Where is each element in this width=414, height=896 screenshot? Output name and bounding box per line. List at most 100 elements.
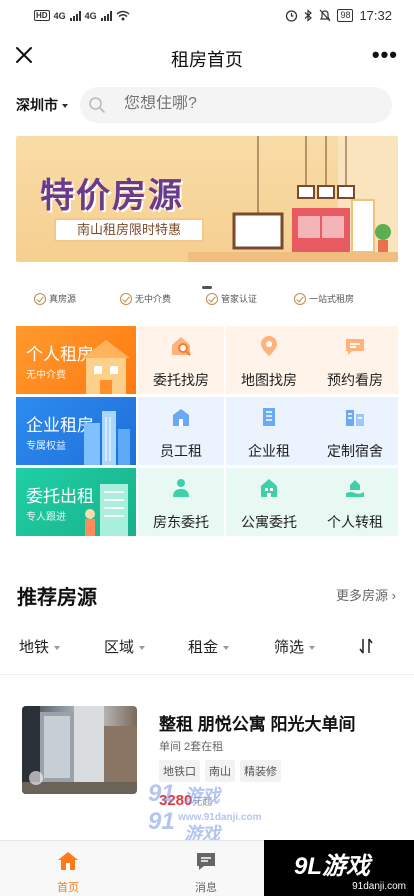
feature-item: 真房源 xyxy=(34,292,76,305)
feature-label: 一站式租房 xyxy=(309,294,355,304)
menu-entrust-find[interactable]: 委托找房 xyxy=(138,326,224,394)
watermark-logo: 9L游戏 xyxy=(294,853,371,880)
more-options-button[interactable]: ••• xyxy=(372,42,398,68)
category-desc: 无中介费 xyxy=(26,370,66,381)
city-selector[interactable]: 深圳市 xyxy=(16,95,68,115)
menu-landlord-entrust[interactable]: 房东委托 xyxy=(138,468,224,536)
hand-house-icon xyxy=(346,480,364,497)
menu-employee-rent[interactable]: 员工租 xyxy=(138,397,224,465)
feature-strip: 真房源 无中介费 管家认证 一站式租房 xyxy=(0,292,414,306)
check-circle-icon xyxy=(206,292,218,305)
watermark-domain: 91danji.com xyxy=(352,881,406,892)
promo-banner[interactable]: 特价房源 南山租房限时特惠 xyxy=(16,136,398,262)
banner-subtitle: 南山租房限时特惠 xyxy=(54,218,204,242)
menu-map-find[interactable]: 地图找房 xyxy=(226,326,312,394)
menu-label: 房东委托 xyxy=(153,514,209,530)
search-box[interactable] xyxy=(80,87,392,123)
map-pin-icon xyxy=(261,336,277,356)
hd-badge: HD xyxy=(34,10,50,21)
category-grid: 个人租房 无中介费 委托找房 地图找房 预约看房 企业租房 专属权益 员工租 企… xyxy=(16,326,398,536)
apartment-icon xyxy=(261,479,277,497)
search-input[interactable] xyxy=(124,95,374,113)
filter-more[interactable]: 筛选 xyxy=(274,636,316,657)
menu-label: 企业租 xyxy=(248,443,290,459)
feature-label: 管家认证 xyxy=(221,294,258,304)
filter-label: 筛选 xyxy=(274,639,305,656)
caret-down-icon xyxy=(309,646,316,651)
feature-item: 管家认证 xyxy=(206,292,257,305)
menu-apartment-entrust[interactable]: 公寓委托 xyxy=(226,468,312,536)
listing-meta: 单间 2套在租 xyxy=(159,741,224,753)
page-title: 租房首页 xyxy=(171,50,243,70)
menu-personal-sublet[interactable]: 个人转租 xyxy=(312,468,398,536)
listing-tag: 南山 xyxy=(205,760,235,782)
menu-enterprise-rent[interactable]: 企业租 xyxy=(226,397,312,465)
status-bar: HD 4G 4G 98 17:32 xyxy=(0,0,414,34)
watermark-number: 91 xyxy=(148,780,175,807)
tab-label: 首页 xyxy=(57,882,79,894)
menu-label: 地图找房 xyxy=(241,372,297,388)
room-photo-illustration xyxy=(22,706,137,794)
listing-tag: 地铁口 xyxy=(159,760,200,782)
corner-watermark: 9L游戏 91danji.com xyxy=(264,840,414,896)
network-label-2: 4G xyxy=(84,10,97,21)
tab-home[interactable]: 首页 xyxy=(28,841,108,896)
banner-title: 特价房源 xyxy=(40,177,184,215)
category-personal-rent[interactable]: 个人租房 无中介费 xyxy=(16,326,136,394)
menu-label: 公寓委托 xyxy=(241,514,297,530)
signal-icon-2 xyxy=(100,10,112,21)
filter-subway[interactable]: 地铁 xyxy=(19,636,61,657)
check-circle-icon xyxy=(294,292,306,305)
skyscraper-illustration xyxy=(84,411,130,465)
agent-illustration xyxy=(85,484,128,536)
check-circle-icon xyxy=(34,292,46,305)
status-right: 98 17:32 xyxy=(285,8,392,23)
room-illustration xyxy=(188,136,398,262)
menu-label: 个人转租 xyxy=(327,514,383,530)
chevron-right-icon: › xyxy=(391,588,396,603)
caret-down-icon xyxy=(223,646,230,651)
nav-bar: 租房首页 ••• xyxy=(0,34,414,80)
listing-title: 整租 朋悦公寓 阳光大单间 xyxy=(159,715,356,734)
status-left: HD 4G 4G xyxy=(34,10,130,21)
category-entrust-lease[interactable]: 委托出租 专人跟进 xyxy=(16,468,136,536)
message-icon xyxy=(197,853,215,870)
search-row: 深圳市 xyxy=(0,85,414,125)
signal-icon xyxy=(69,10,81,21)
menu-book-viewing[interactable]: 预约看房 xyxy=(312,326,398,394)
carousel-dot xyxy=(202,286,212,289)
caret-down-icon xyxy=(139,646,146,651)
watermark-domain: www.91danji.com xyxy=(178,812,262,823)
alarm-icon xyxy=(286,10,298,22)
landlord-icon xyxy=(173,479,189,497)
filter-area[interactable]: 区域 xyxy=(104,636,146,657)
building-icon xyxy=(173,409,189,426)
chat-bubble-icon xyxy=(346,339,364,355)
wifi-icon xyxy=(116,10,130,21)
listing-photo xyxy=(22,706,137,794)
more-listings-link[interactable]: 更多房源 › xyxy=(336,585,396,604)
category-enterprise-rent[interactable]: 企业租房 专属权益 xyxy=(16,397,136,465)
menu-label: 员工租 xyxy=(160,443,202,459)
watermark-overlay: 91 游戏 91 游戏 www.91danji.com xyxy=(148,780,262,848)
tab-messages[interactable]: 消息 xyxy=(166,841,246,896)
listing-tag: 精装修 xyxy=(240,760,281,782)
feature-label: 无中介费 xyxy=(135,294,172,304)
chevron-down-icon xyxy=(62,104,68,109)
check-circle-icon xyxy=(120,292,132,305)
menu-custom-dorm[interactable]: 定制宿舍 xyxy=(312,397,398,465)
status-time: 17:32 xyxy=(359,8,392,23)
office-building-icon xyxy=(263,408,275,426)
menu-label: 定制宿舍 xyxy=(327,443,383,459)
filter-label: 区域 xyxy=(104,639,135,656)
category-desc: 专人跟进 xyxy=(26,512,66,523)
sort-icon[interactable] xyxy=(358,637,374,655)
house-illustration xyxy=(82,340,130,394)
network-label-1: 4G xyxy=(53,10,66,21)
filter-rent[interactable]: 租金 xyxy=(188,636,230,657)
dormitory-icon xyxy=(346,410,364,426)
divider xyxy=(0,674,414,675)
section-title: 推荐房源 xyxy=(17,587,97,609)
watermark-number-2: 91 xyxy=(148,808,175,835)
watermark-text: 游戏 xyxy=(184,786,220,806)
